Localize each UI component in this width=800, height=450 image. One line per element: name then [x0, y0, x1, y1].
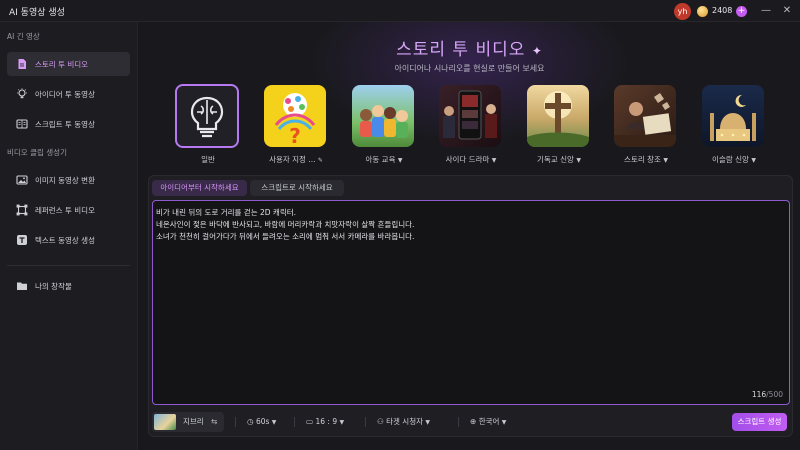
- aspect-ratio-value: 16 : 9: [315, 417, 338, 426]
- category-general[interactable]: 일반: [175, 84, 241, 164]
- voice-selector[interactable]: 지브리 ⇆: [152, 412, 224, 432]
- page-title-text: 스토리 투 비디오: [396, 40, 526, 60]
- edit-icon: ✎: [317, 157, 323, 164]
- audience-icon: ⚇: [377, 417, 384, 426]
- mosque-icon: [702, 85, 764, 147]
- toolbar-divider: [458, 417, 459, 427]
- chevron-down-icon: ▼: [491, 157, 497, 164]
- sidebar-item-my-creations[interactable]: 나의 창작물: [7, 274, 130, 298]
- sidebar-item-reference-to-video[interactable]: 레퍼런스 투 비디오: [7, 198, 130, 222]
- category-islamic[interactable]: 이슬람 신앙 ▼: [701, 84, 767, 164]
- category-label: 기독교 신앙 ▼: [537, 155, 581, 164]
- voice-thumbnail: [154, 414, 176, 430]
- duration-value: 60s: [255, 417, 270, 426]
- sidebar-item-script-to-video[interactable]: 스크립트 투 동영상: [7, 112, 130, 136]
- generate-script-button[interactable]: 스크립트 생성: [732, 413, 787, 431]
- chevron-down-icon: ▼: [397, 157, 403, 164]
- toolbar-divider: [294, 417, 295, 427]
- story-editor-panel: 아이디어부터 시작하세요 스크립트로 시작하세요 비가 내린 뒤의 도로 거리를…: [148, 175, 793, 437]
- text-icon: [17, 235, 27, 245]
- tab-start-from-script[interactable]: 스크립트로 시작하세요: [250, 180, 344, 196]
- minimize-button[interactable]: —: [758, 3, 774, 19]
- sidebar-item-idea-to-video[interactable]: 아이디어 투 동영상: [7, 82, 130, 106]
- page-subtitle: 아이디어나 시나리오를 현실로 만들어 보세요: [394, 64, 545, 73]
- credit-balance: 2408: [712, 6, 733, 15]
- chevron-down-icon: ▼: [339, 419, 345, 426]
- sidebar-section-long-video: AI 긴 영상: [7, 32, 40, 41]
- sidebar-item-label: 스토리 투 비디오: [35, 60, 89, 69]
- audience-value: 타겟 시청자: [386, 417, 424, 426]
- chevron-down-icon: ▼: [425, 419, 431, 426]
- brain-bulb-icon: [175, 84, 239, 148]
- voice-label: 지브리: [183, 417, 204, 426]
- category-label: 일반: [201, 155, 215, 164]
- script-icon: [16, 119, 28, 129]
- sidebar-item-label: 스크립트 투 동영상: [35, 120, 95, 129]
- toolbar-divider: [365, 417, 366, 427]
- category-story-creation[interactable]: 스토리 창조 ▼: [613, 84, 679, 164]
- globe-icon: ⊕: [470, 417, 477, 426]
- lightbulb-icon: [17, 88, 27, 99]
- coin-icon: [697, 6, 708, 17]
- drama-icon: [439, 85, 501, 147]
- custom-question-icon: ?: [264, 85, 326, 147]
- category-label: 아동 교육 ▼: [365, 155, 403, 164]
- chevron-down-icon: ▼: [576, 157, 581, 164]
- main-content: 스토리 투 비디오 ✦ 아이디어나 시나리오를 현실로 만들어 보세요 일반 ?: [139, 22, 800, 450]
- image-icon: [16, 175, 28, 185]
- character-counter: 116/500: [751, 390, 783, 399]
- category-label: 스토리 창조 ▼: [624, 155, 668, 164]
- chevron-down-icon: ▼: [751, 157, 756, 164]
- children-icon: [352, 85, 414, 147]
- story-line: 네온사인이 젖은 바닥에 반사되고, 바람에 머리카락과 치맛자락이 살짝 흔들…: [156, 220, 415, 229]
- folder-icon: [17, 282, 27, 290]
- chevron-down-icon: ▼: [271, 419, 277, 426]
- sidebar-item-image-to-video[interactable]: 이미지 동영상 변환: [7, 168, 130, 192]
- sidebar-divider: [7, 265, 130, 266]
- aspect-ratio-icon: ▭: [306, 417, 314, 426]
- story-icon: [614, 85, 676, 147]
- app-title: AI 동영상 생성: [9, 8, 65, 18]
- sidebar-item-label: 레퍼런스 투 비디오: [35, 206, 95, 215]
- document-icon: [18, 59, 26, 69]
- category-label: 사용자 지정 ... ✎: [269, 155, 323, 164]
- category-label: 이슬람 신앙 ▼: [712, 155, 756, 164]
- reference-icon: [16, 204, 28, 216]
- story-line: 소녀가 천천히 걸어가다가 뒤에서 들려오는 소리에 멈춰 서서 카메라를 바라…: [156, 232, 415, 241]
- add-credits-button[interactable]: +: [736, 6, 747, 17]
- page-title: 스토리 투 비디오 ✦: [139, 35, 800, 60]
- story-line: 비가 내린 뒤의 도로 거리를 걷는 2D 캐릭터.: [156, 208, 297, 217]
- story-input[interactable]: 비가 내린 뒤의 도로 거리를 걷는 2D 캐릭터. 네온사인이 젖은 바닥에 …: [152, 200, 790, 405]
- sidebar-item-label: 나의 창작물: [35, 282, 72, 291]
- category-custom[interactable]: ? 사용자 지정 ... ✎: [263, 84, 329, 164]
- sidebar-item-label: 아이디어 투 동영상: [35, 90, 95, 99]
- sidebar-item-text-to-video[interactable]: 텍스트 동영상 생성: [7, 228, 130, 252]
- sidebar-section-clip-generator: 비디오 클립 생성기: [7, 148, 67, 157]
- chevron-down-icon: ▼: [663, 157, 668, 164]
- clock-icon: ◷: [247, 417, 254, 426]
- close-button[interactable]: ✕: [779, 3, 795, 19]
- aspect-ratio-selector[interactable]: ▭ 16 : 9 ▼: [306, 412, 344, 432]
- category-kids-education[interactable]: 아동 교육 ▼: [351, 84, 417, 164]
- category-drama[interactable]: 사이다 드라마 ▼: [438, 84, 504, 164]
- toolbar-divider: [235, 417, 236, 427]
- category-christian[interactable]: 기독교 신앙 ▼: [526, 84, 592, 164]
- sidebar-item-story-to-video[interactable]: 스토리 투 비디오: [7, 52, 130, 76]
- chevron-down-icon: ▼: [501, 419, 507, 426]
- title-bar: AI 동영상 생성 yh 2408 + — ✕: [0, 0, 800, 22]
- sidebar: AI 긴 영상 스토리 투 비디오 아이디어 투 동영상 스크립트 투 동영상 …: [0, 22, 138, 450]
- language-value: 한국어: [478, 417, 500, 426]
- sidebar-item-label: 이미지 동영상 변환: [35, 176, 95, 185]
- duration-selector[interactable]: ◷ 60s ▼: [247, 412, 276, 432]
- svg-text:?: ?: [289, 124, 301, 147]
- category-label: 사이다 드라마 ▼: [445, 155, 497, 164]
- swap-icon: ⇆: [211, 417, 218, 426]
- tab-start-from-idea[interactable]: 아이디어부터 시작하세요: [152, 180, 247, 196]
- cross-icon: [527, 85, 589, 147]
- magic-wand-icon: ✦: [531, 44, 543, 58]
- sidebar-item-label: 텍스트 동영상 생성: [35, 236, 95, 245]
- language-selector[interactable]: ⊕ 한국어 ▼: [470, 412, 506, 432]
- user-avatar[interactable]: yh: [674, 3, 691, 20]
- target-audience-selector[interactable]: ⚇ 타겟 시청자 ▼: [377, 412, 430, 432]
